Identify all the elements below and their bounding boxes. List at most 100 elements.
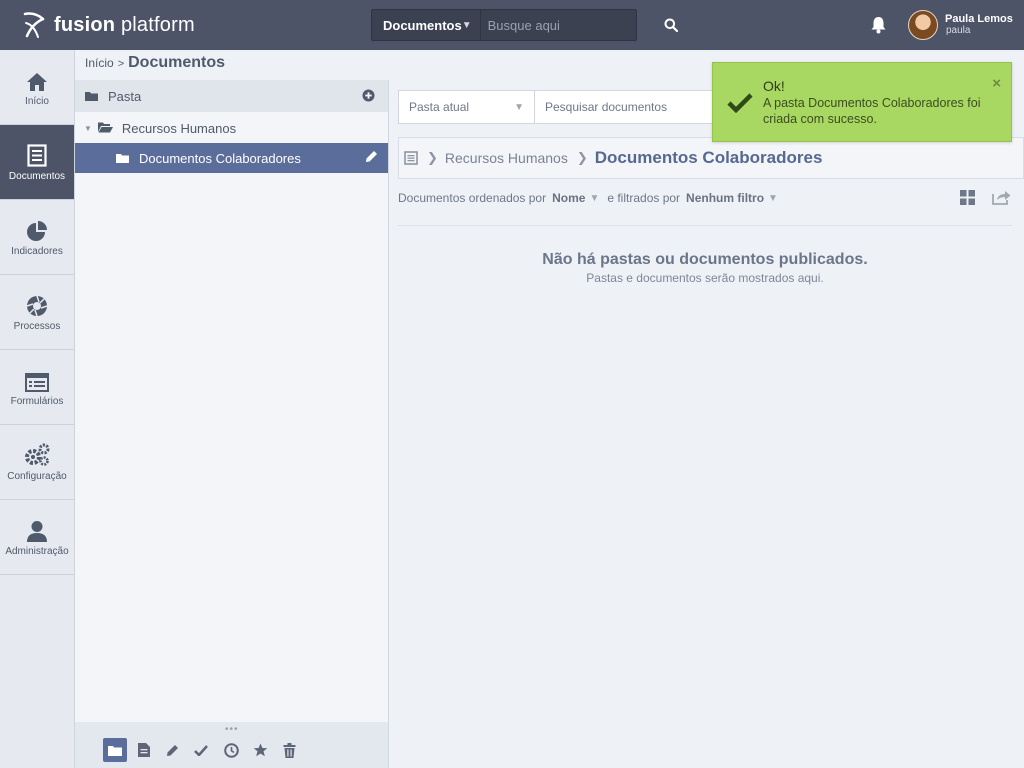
check-icon	[194, 744, 208, 756]
fusion-logo-icon	[23, 12, 45, 38]
document-icon	[27, 143, 47, 167]
sidebar-item-label: Administração	[5, 545, 69, 557]
tree-item-label: Recursos Humanos	[121, 120, 237, 136]
chevron-right-icon: ❯	[576, 150, 588, 165]
toast-title: Ok!	[763, 78, 785, 94]
file-icon	[138, 743, 150, 757]
document-tool-button[interactable]	[132, 738, 156, 762]
sidebar-item-label: Documentos	[8, 170, 66, 182]
user-login: paula	[946, 25, 971, 36]
folder-panel-header: Pasta	[75, 80, 388, 112]
grid-icon	[960, 190, 975, 205]
sidebar-item-formularios[interactable]: Formulários	[0, 350, 74, 425]
folder-panel-toolbar: •••	[75, 722, 388, 768]
document-list-icon	[404, 151, 418, 165]
favorite-tool-button[interactable]	[248, 738, 272, 762]
toast-message: A pasta Documentos Colaboradores foi cri…	[763, 96, 981, 126]
chevron-down-icon: ▼	[514, 101, 524, 113]
sort-prefix: Documentos ordenados por	[398, 191, 547, 205]
tree-item-documentos-colaboradores[interactable]: Documentos Colaboradores	[75, 143, 388, 173]
aperture-icon	[26, 295, 48, 316]
approve-tool-button[interactable]	[189, 738, 213, 762]
folder-tool-button[interactable]	[103, 738, 127, 762]
edit-tool-button[interactable]	[160, 738, 184, 762]
sidebar-item-configuracao[interactable]: Configuração	[0, 425, 74, 500]
chevron-down-icon[interactable]: ▼	[589, 193, 599, 204]
breadcrumb-separator: >	[117, 58, 125, 70]
share-button[interactable]	[992, 189, 1011, 210]
add-folder-button[interactable]	[362, 89, 375, 105]
sidebar-item-label: Formulários	[10, 395, 64, 407]
chevron-down-icon: ▼	[461, 19, 472, 31]
empty-state-title: Não há pastas ou documentos publicados.	[542, 251, 868, 268]
search-scope-dropdown[interactable]: Documentos ▼	[372, 10, 481, 40]
sidebar-item-processos[interactable]: Processos	[0, 275, 74, 350]
delete-tool-button[interactable]	[277, 738, 301, 762]
sidebar-item-label: Configuração	[7, 470, 67, 482]
document-search-input[interactable]	[535, 91, 737, 123]
pie-chart-icon	[27, 220, 47, 241]
sidebar-item-label: Indicadores	[11, 245, 63, 257]
filter-prefix: e filtrados por	[607, 191, 681, 205]
resize-grip-icon[interactable]: •••	[225, 724, 239, 735]
filter-dropdown[interactable]: Nenhum filtro	[686, 191, 764, 205]
folder-open-icon	[97, 122, 113, 132]
user-icon	[27, 520, 47, 542]
search-input[interactable]	[480, 10, 664, 40]
chevron-right-icon: ❯	[427, 150, 438, 165]
expand-toggle-icon[interactable]: ▼	[84, 124, 92, 133]
document-filter-bar: Pasta atual ▼	[398, 90, 738, 124]
chevron-down-icon[interactable]: ▼	[768, 193, 778, 204]
sidebar-item-administracao[interactable]: Administração	[0, 500, 74, 575]
sidebar: Início Documentos Indicadores Processos	[0, 50, 75, 768]
bell-icon	[871, 17, 886, 34]
folder-panel-title: Pasta	[108, 88, 142, 104]
breadcrumb: Início > Documentos	[85, 54, 225, 72]
star-icon	[253, 743, 267, 757]
form-icon	[25, 372, 49, 392]
sidebar-item-inicio[interactable]: Início	[0, 50, 74, 125]
plus-circle-icon	[362, 89, 375, 102]
folder-icon	[116, 153, 129, 163]
gears-icon	[25, 443, 50, 466]
breadcrumb-home[interactable]: Início	[85, 56, 114, 70]
folder-panel: Pasta ▼ Recursos Humanos Documentos Cola…	[75, 80, 389, 768]
folder-icon	[108, 745, 122, 756]
edit-folder-button[interactable]	[365, 150, 378, 166]
search-scope-select[interactable]: Pasta atual ▼	[399, 91, 535, 123]
search-scope-label: Documentos	[383, 17, 462, 33]
app-logo[interactable]: fusion platform	[22, 10, 195, 40]
check-icon	[727, 93, 753, 114]
folder-icon	[85, 92, 98, 101]
path-parent-link[interactable]: Recursos Humanos	[445, 150, 568, 166]
avatar[interactable]	[908, 10, 938, 40]
sort-dropdown[interactable]: Nome	[552, 191, 585, 205]
logo-text: fusion platform	[54, 13, 195, 36]
tree-item-label: Documentos Colaboradores	[139, 150, 301, 166]
share-icon	[992, 191, 1011, 205]
sidebar-item-documentos[interactable]: Documentos	[0, 125, 74, 200]
main-content: Pasta atual ▼ ❯ Recursos Humanos ❯ Docum…	[389, 80, 1024, 768]
grid-view-button[interactable]	[960, 190, 975, 210]
clock-icon	[223, 742, 239, 758]
path-current: Documentos Colaboradores	[594, 148, 823, 167]
notifications-button[interactable]	[870, 16, 887, 39]
sort-filter-bar: Documentos ordenados por Nome ▼ e filtra…	[398, 191, 786, 205]
divider	[398, 225, 1012, 226]
global-search: Documentos ▼	[371, 9, 678, 41]
search-icon	[664, 18, 678, 32]
success-toast: Ok! A pasta Documentos Colaboradores foi…	[712, 62, 1012, 142]
search-button[interactable]	[664, 10, 678, 40]
close-icon[interactable]: ×	[992, 75, 1001, 92]
scope-select-value: Pasta atual	[409, 100, 470, 114]
home-icon	[27, 72, 47, 91]
tree-item-recursos-humanos[interactable]: ▼ Recursos Humanos	[75, 113, 388, 143]
folder-path: ❯ Recursos Humanos ❯ Documentos Colabora…	[398, 137, 1024, 179]
trash-icon	[283, 742, 295, 758]
sidebar-item-label: Processos	[13, 320, 61, 332]
empty-state-subtitle: Pastas e documentos serão mostrados aqui…	[586, 271, 824, 285]
sidebar-item-indicadores[interactable]: Indicadores	[0, 200, 74, 275]
page-title: Documentos	[128, 54, 226, 71]
history-tool-button[interactable]	[219, 738, 243, 762]
user-name[interactable]: Paula Lemos	[945, 13, 1013, 25]
